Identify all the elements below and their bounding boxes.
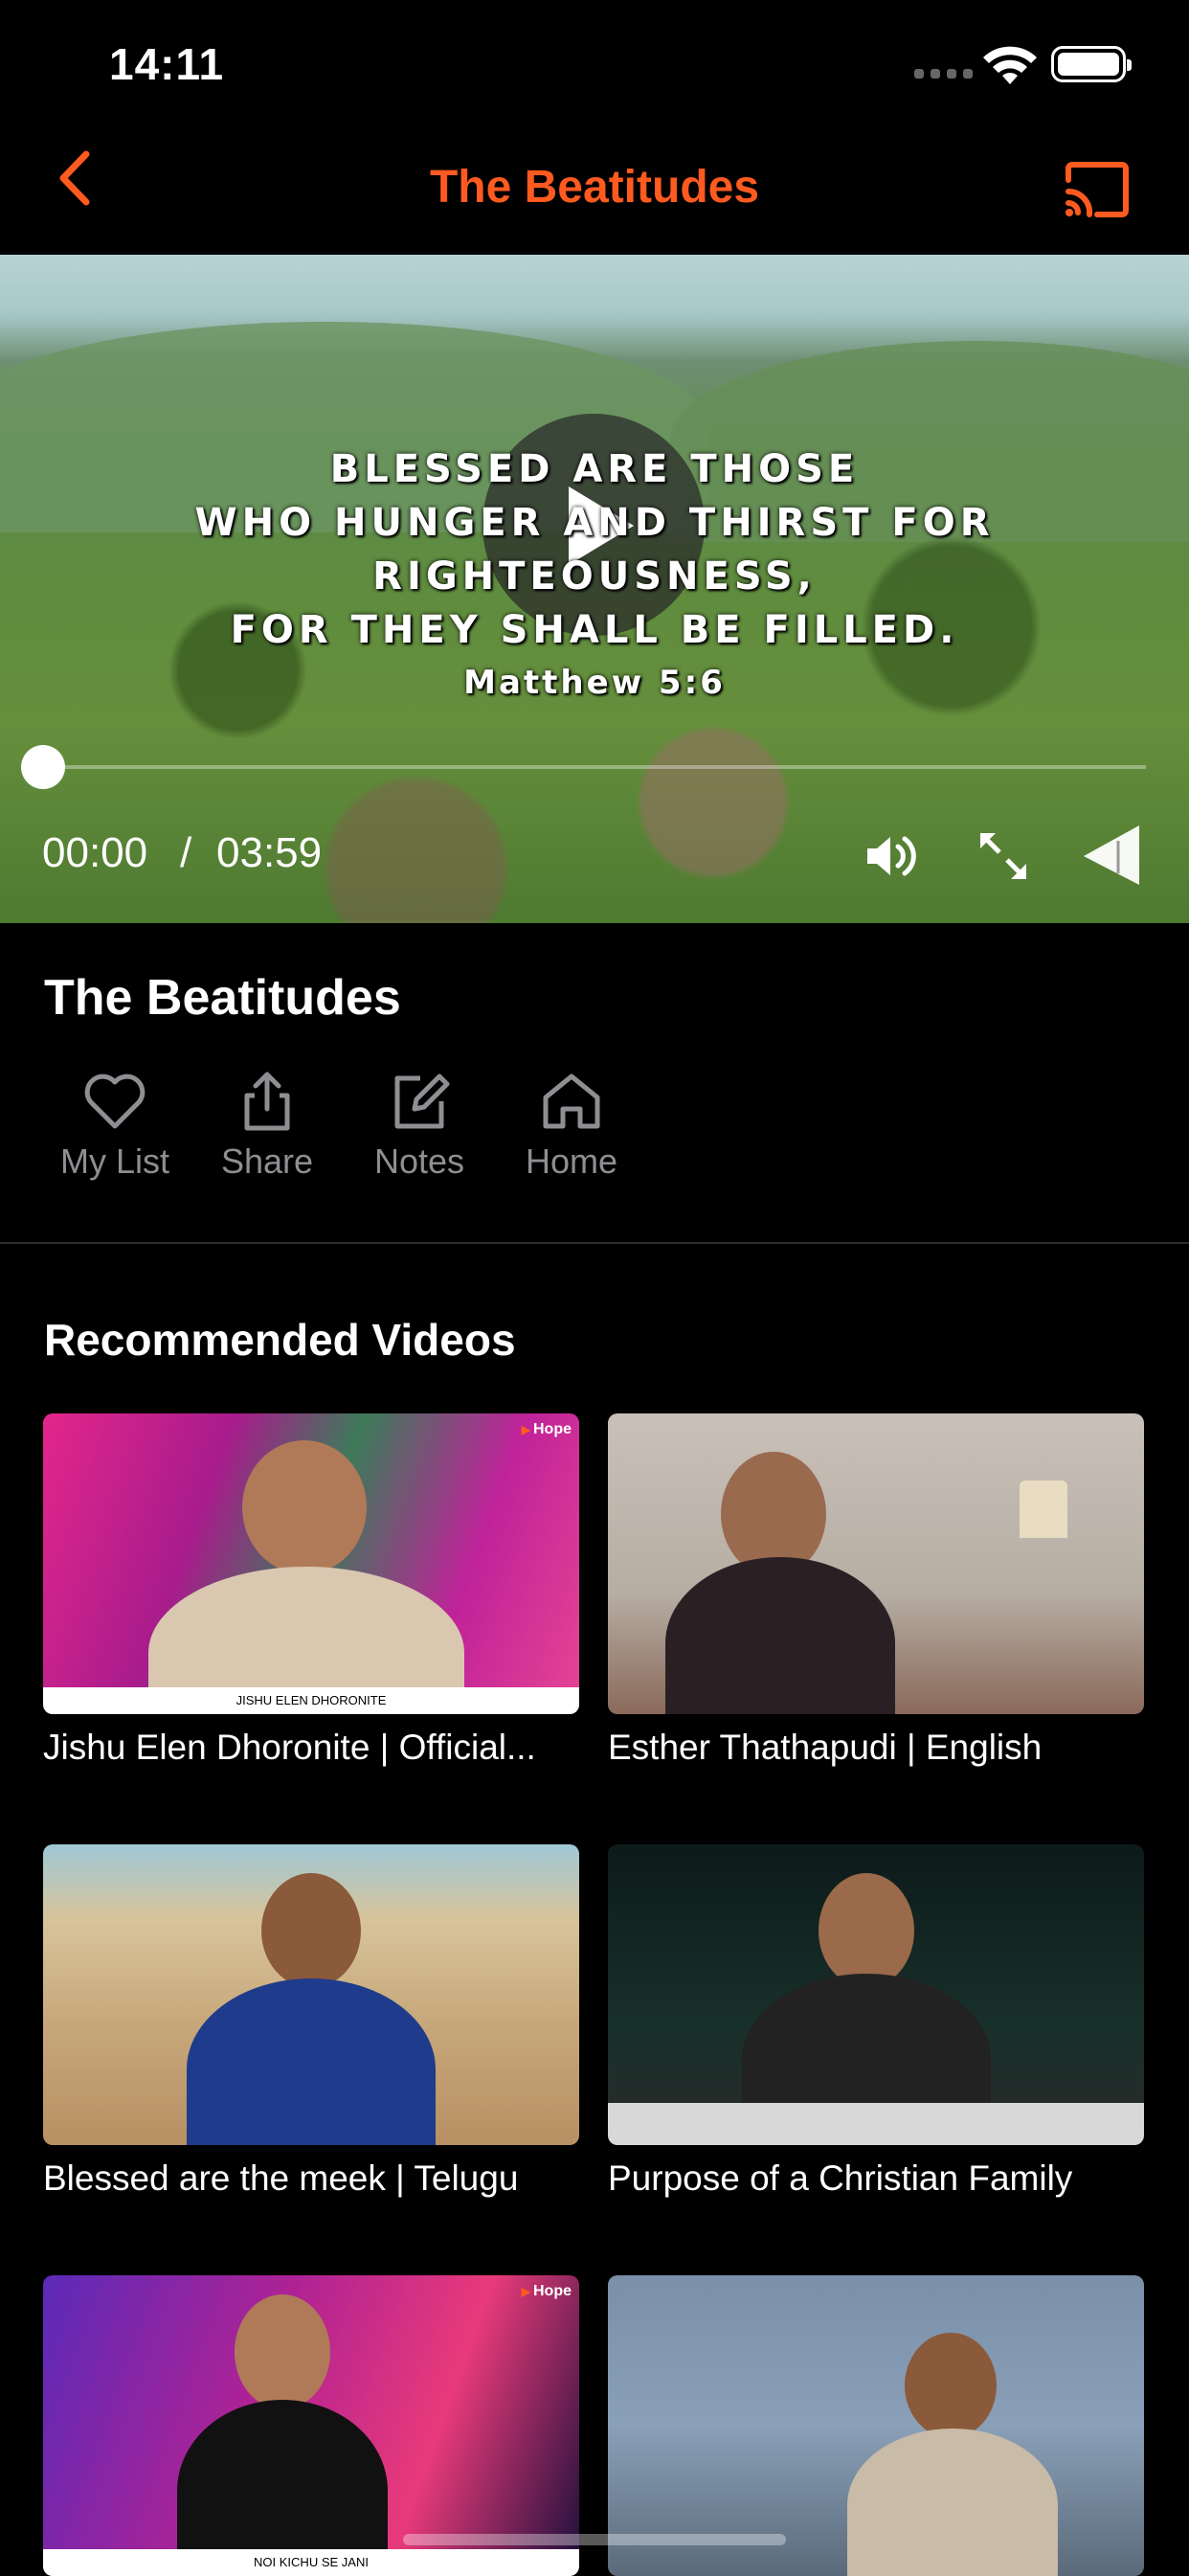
progress-scrubber[interactable] xyxy=(21,745,65,789)
thumbnail-person xyxy=(847,2429,1058,2576)
hope-badge: Hope xyxy=(514,1421,579,1438)
video-card[interactable]: Purpose of a Christian Family xyxy=(608,1844,1144,2199)
my-list-button[interactable]: My List xyxy=(43,1071,187,1182)
video-card[interactable]: Esther Thathapudi | English xyxy=(608,1413,1144,1768)
heart-icon xyxy=(84,1073,146,1129)
video-card[interactable]: Hope NOI KICHU SE JANI xyxy=(43,2275,579,2576)
volume-icon[interactable] xyxy=(862,827,919,885)
share-button[interactable]: Share xyxy=(195,1071,339,1182)
cast-icon[interactable] xyxy=(1063,161,1132,218)
thumbnail-person xyxy=(905,2333,997,2438)
notes-label: Notes xyxy=(373,1141,465,1181)
video-thumbnail[interactable]: Hope JISHU ELEN DHORONITE xyxy=(43,1413,579,1714)
recommended-heading: Recommended Videos xyxy=(44,1315,516,1365)
video-card-title: Blessed are the meek | Telugu xyxy=(43,2158,519,2198)
thumbnail-lamp xyxy=(1020,1480,1067,1538)
video-card[interactable]: Blessed are the meek | Telugu xyxy=(43,1844,579,2199)
edit-icon xyxy=(394,1073,450,1129)
video-thumbnail[interactable]: Hope NOI KICHU SE JANI xyxy=(43,2275,579,2576)
cellular-signal-icon xyxy=(914,69,973,79)
home-indicator xyxy=(403,2534,786,2545)
hope-badge: Hope xyxy=(514,2283,579,2300)
verse-line: BLESSED ARE THOSE xyxy=(329,447,860,491)
fullscreen-icon[interactable] xyxy=(975,827,1032,885)
verse-line: WHO HUNGER AND THIRST FOR RIGHTEOUSNESS, xyxy=(194,501,995,599)
notes-button[interactable]: Notes xyxy=(348,1071,491,1182)
video-card-title: Esther Thathapudi | English xyxy=(608,1728,1043,1767)
video-thumbnail[interactable] xyxy=(608,2275,1144,2576)
thumbnail-person xyxy=(819,1873,914,1988)
wifi-icon xyxy=(983,46,1037,84)
section-divider xyxy=(0,1242,1189,1244)
thumbnail-caption: JISHU ELEN DHORONITE xyxy=(43,1687,579,1714)
thumbnail-person xyxy=(242,1440,367,1574)
progress-track[interactable] xyxy=(40,765,1146,769)
home-button[interactable]: Home xyxy=(500,1071,643,1182)
share-icon xyxy=(244,1072,290,1131)
video-thumbnail[interactable] xyxy=(608,1844,1144,2145)
thumbnail-caption: NOI KICHU SE JANI xyxy=(43,2549,579,2576)
time-separator: / xyxy=(180,829,192,876)
thumbnail-person xyxy=(187,1978,436,2145)
current-time: 00:00 xyxy=(42,829,148,876)
video-card-title: Purpose of a Christian Family xyxy=(608,2158,1073,2198)
airplay-icon[interactable] xyxy=(1080,822,1143,889)
home-label: Home xyxy=(525,1141,618,1181)
video-card-title: Jishu Elen Dhoronite | Official... xyxy=(43,1728,536,1767)
video-thumbnail[interactable] xyxy=(43,1844,579,2145)
thumbnail-person xyxy=(235,2294,330,2409)
verse-overlay: BLESSED ARE THOSE WHO HUNGER AND THIRST … xyxy=(0,442,1189,709)
battery-icon xyxy=(1051,46,1132,82)
share-label: Share xyxy=(220,1141,314,1181)
video-thumbnail[interactable] xyxy=(608,1413,1144,1714)
video-card[interactable] xyxy=(608,2275,1144,2576)
thumbnail-desk xyxy=(608,2103,1144,2145)
nav-title: The Beatitudes xyxy=(429,162,760,213)
verse-reference: Matthew 5:6 xyxy=(463,664,726,702)
video-card[interactable]: Hope JISHU ELEN DHORONITE Jishu Elen Dho… xyxy=(43,1413,579,1768)
thumbnail-person xyxy=(665,1557,895,1714)
home-icon xyxy=(543,1073,600,1129)
video-title: The Beatitudes xyxy=(44,970,401,1026)
my-list-label: My List xyxy=(59,1141,169,1181)
total-time: 03:59 xyxy=(216,829,323,876)
thumbnail-person xyxy=(261,1873,361,1988)
verse-line: FOR THEY SHALL BE FILLED. xyxy=(230,608,959,652)
video-player[interactable]: BLESSED ARE THOSE WHO HUNGER AND THIRST … xyxy=(0,255,1189,923)
status-time: 14:11 xyxy=(109,39,225,89)
